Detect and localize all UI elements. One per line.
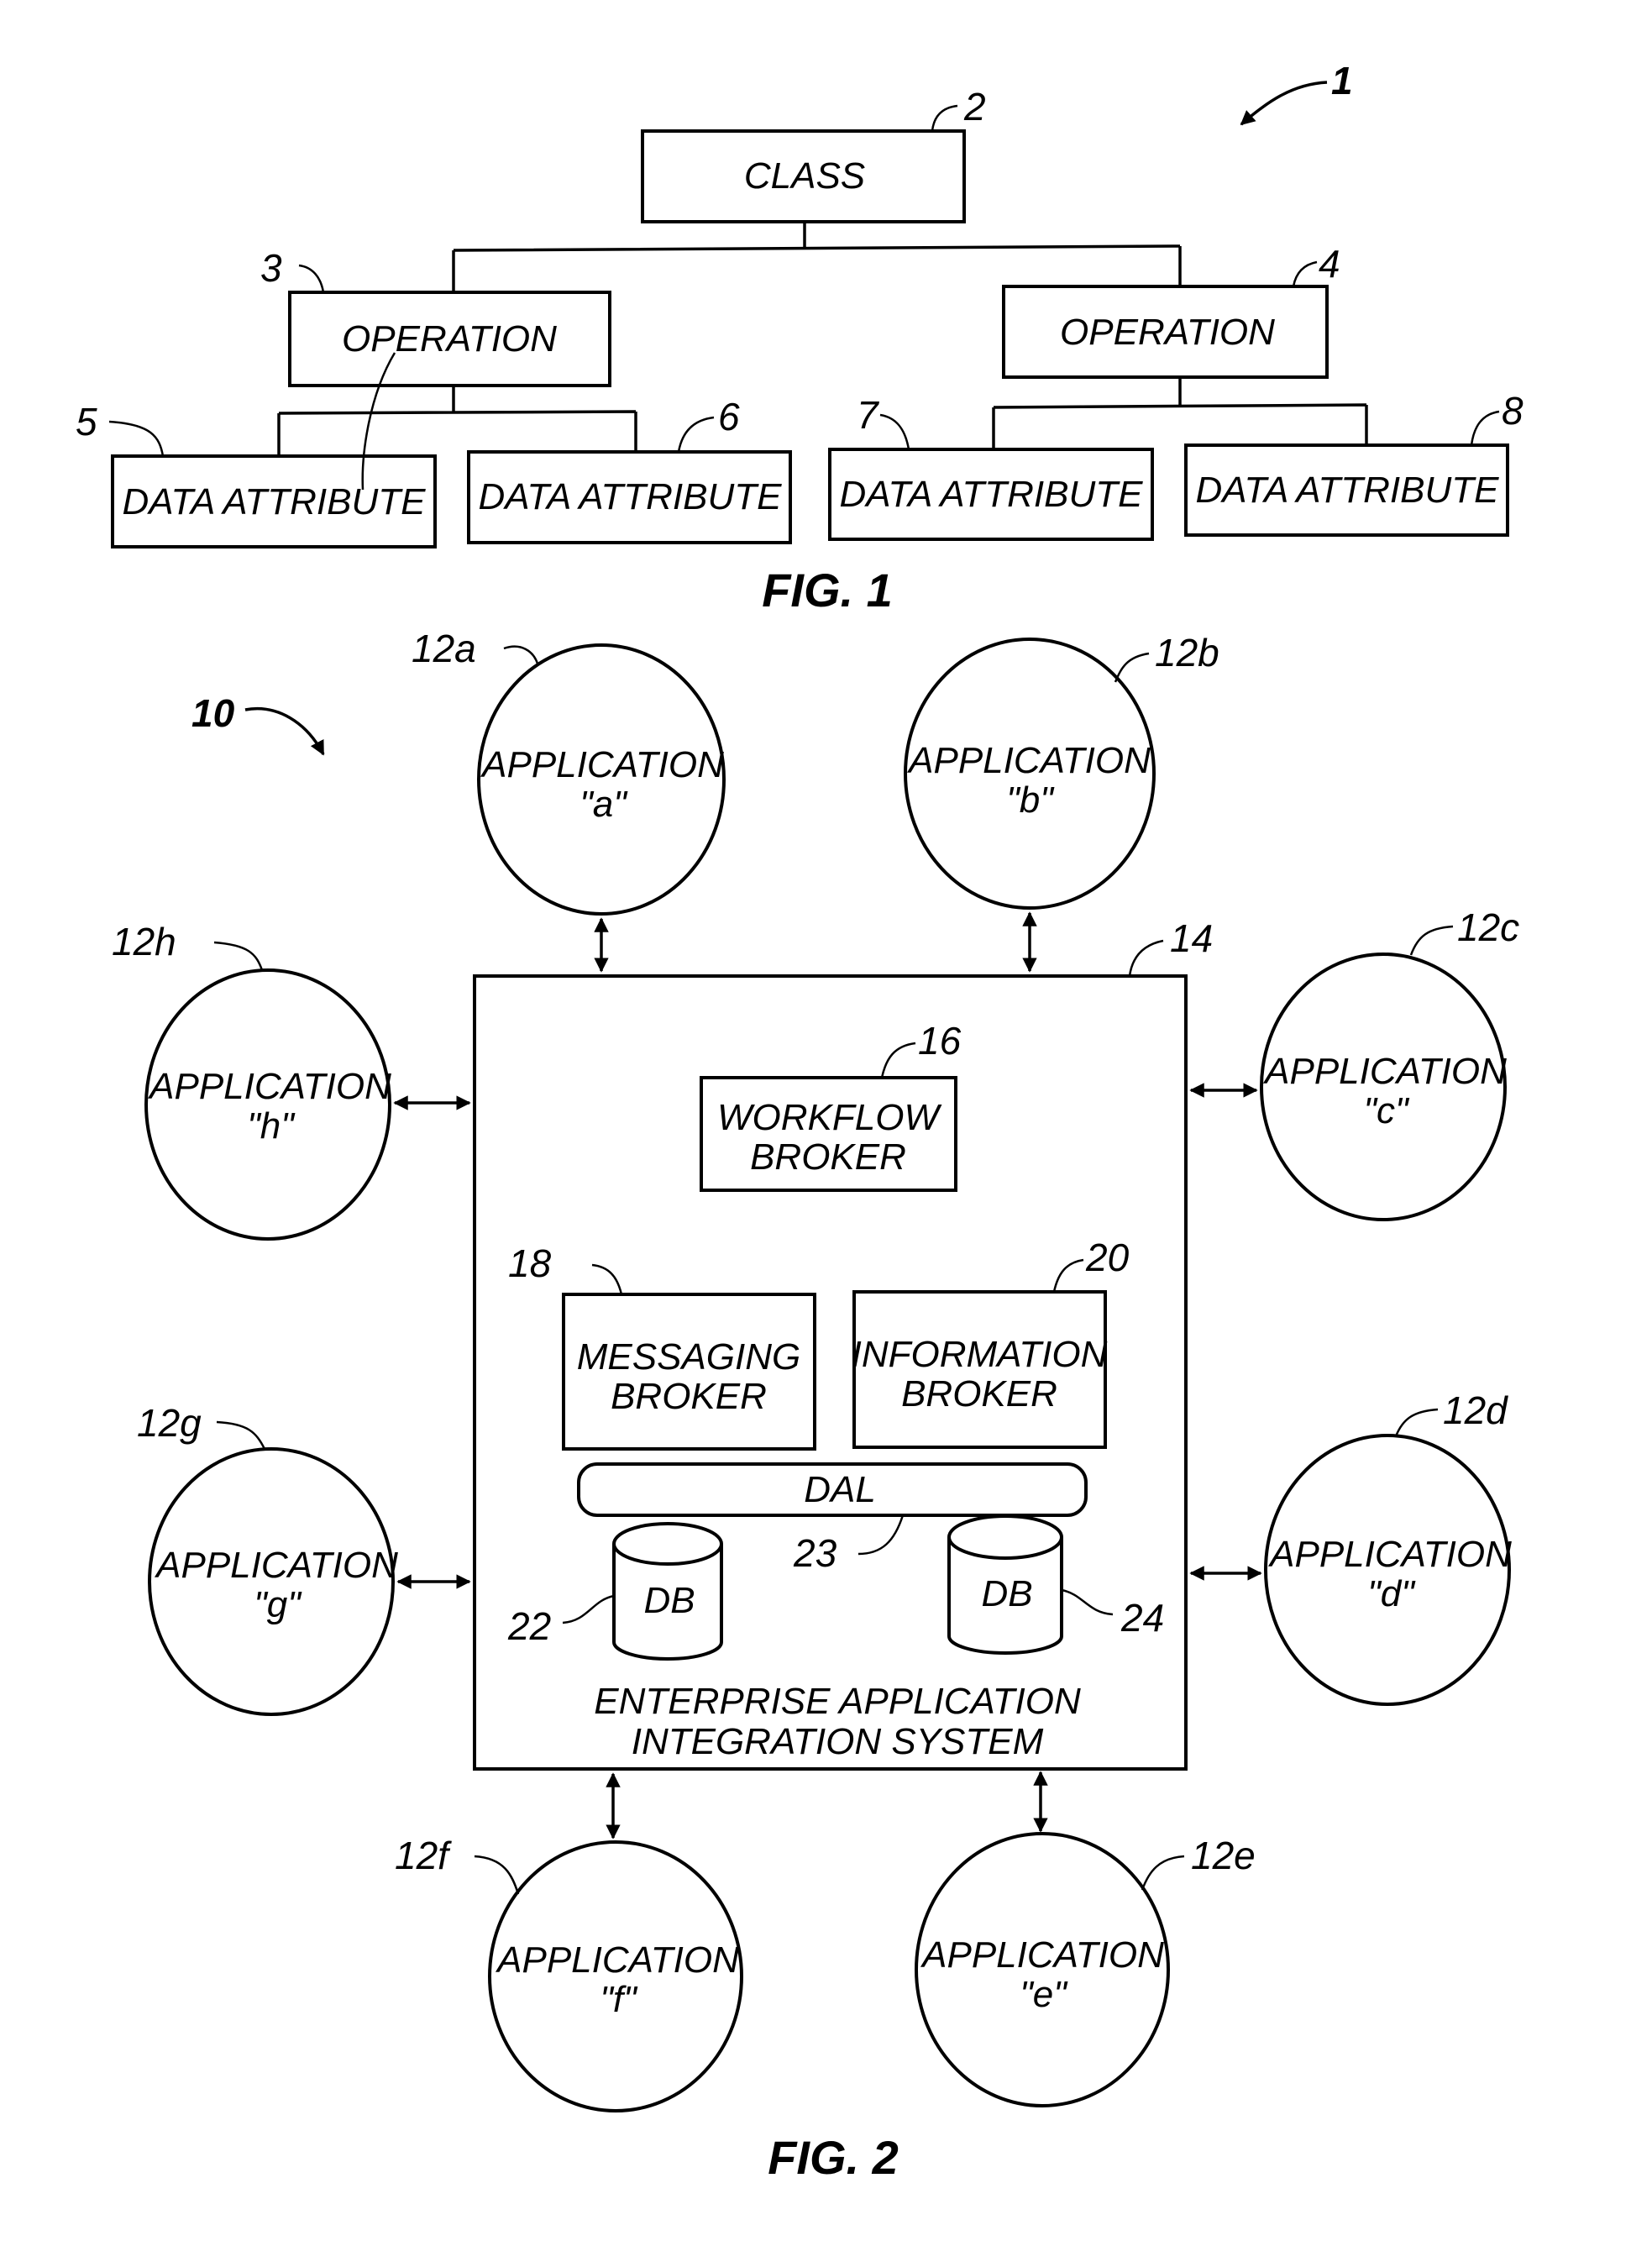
figure-2: 10 14 ENTERPRISE APPLICATION INTEGRATION…	[112, 627, 1519, 2184]
application-d: APPLICATION "d" 12d	[1189, 1388, 1512, 1706]
class-label: CLASS	[744, 155, 865, 197]
messaging-broker-ref: 18	[508, 1241, 552, 1285]
data-attribute-ref-7: 7	[857, 393, 879, 437]
operation-4-leader-line	[1292, 260, 1318, 287]
dal-ref: 23	[793, 1531, 837, 1575]
application-d-line2: "d"	[1367, 1573, 1416, 1614]
application-b-leader-line	[1114, 652, 1150, 683]
application-h-leader-line	[213, 941, 264, 971]
application-f-line1: APPLICATION	[495, 1939, 739, 1981]
application-f: APPLICATION "f" 12f	[395, 1772, 743, 2112]
application-a: APPLICATION "a" 12a	[412, 627, 726, 973]
eai-system-label-line2: INTEGRATION SYSTEM	[632, 1721, 1044, 1762]
figure-1-pointer-arrow	[1240, 81, 1328, 126]
operation4-to-attributes-connector	[992, 377, 1368, 449]
application-h-ref: 12h	[112, 920, 176, 963]
application-c-leader-line	[1409, 925, 1454, 956]
messaging-broker-line1: MESSAGING	[577, 1336, 801, 1378]
patent-drawing-sheet: 1 CLASS 2 OPERATION 3 OPERATION 4 DATA A…	[76, 59, 1524, 2184]
application-g-leader-line	[216, 1420, 266, 1450]
application-f-ref: 12f	[395, 1834, 452, 1877]
application-h-line1: APPLICATION	[147, 1066, 391, 1107]
database-24-label: DB	[981, 1573, 1032, 1614]
application-a-line1: APPLICATION	[480, 744, 724, 785]
application-e-leader-line	[1141, 1855, 1185, 1891]
application-d-ref: 12d	[1443, 1388, 1508, 1432]
application-e: APPLICATION "e" 12e	[915, 1771, 1256, 2107]
application-d-line1: APPLICATION	[1267, 1534, 1512, 1575]
attribute-8-leader-line	[1470, 410, 1500, 446]
application-c-ref: 12c	[1457, 905, 1519, 949]
class-ref: 2	[963, 85, 986, 129]
operation-label-3: OPERATION	[342, 318, 557, 360]
eai-system-leader-line	[1128, 939, 1164, 977]
application-h-line2: "h"	[247, 1105, 296, 1147]
eai-system-label-line1: ENTERPRISE APPLICATION	[594, 1681, 1081, 1722]
attribute-6-leader-line	[677, 416, 715, 453]
application-a-ref: 12a	[412, 627, 476, 670]
application-e-line1: APPLICATION	[920, 1934, 1164, 1976]
database-22-label: DB	[643, 1580, 695, 1621]
class-leader-line	[931, 104, 958, 132]
application-g-ref: 12g	[137, 1401, 202, 1445]
data-attribute-label-8: DATA ATTRIBUTE	[1196, 470, 1500, 511]
information-broker-line2: BROKER	[901, 1373, 1057, 1414]
application-g-line1: APPLICATION	[154, 1545, 398, 1586]
information-broker-ref: 20	[1085, 1236, 1130, 1279]
figure-2-caption: FIG. 2	[768, 2131, 899, 2184]
attribute-7-leader-line	[879, 413, 910, 450]
application-e-ref: 12e	[1191, 1834, 1256, 1877]
application-g-line2: "g"	[254, 1584, 302, 1625]
application-c: APPLICATION "c" 12c	[1189, 905, 1519, 1221]
data-attribute-label-5: DATA ATTRIBUTE	[123, 481, 427, 522]
operation-ref-4: 4	[1319, 242, 1340, 286]
application-a-line2: "a"	[580, 784, 628, 825]
application-f-line2: "f"	[600, 1979, 638, 2020]
data-attribute-ref-5: 5	[76, 400, 97, 443]
application-d-leader-line	[1394, 1408, 1439, 1437]
messaging-broker-line2: BROKER	[611, 1376, 767, 1417]
dal-label: DAL	[804, 1469, 876, 1510]
figure-1: 1 CLASS 2 OPERATION 3 OPERATION 4 DATA A…	[76, 59, 1524, 617]
database-22-ref: 22	[507, 1604, 551, 1648]
data-attribute-ref-8: 8	[1502, 389, 1524, 433]
operation3-to-attributes-connector	[277, 386, 637, 456]
attribute-5-leader-line	[108, 420, 165, 457]
application-c-line2: "c"	[1363, 1090, 1410, 1131]
operation-label-4: OPERATION	[1060, 312, 1275, 353]
application-h: APPLICATION "h" 12h	[112, 920, 471, 1241]
operation-ref-3: 3	[260, 246, 282, 290]
application-g: APPLICATION "g" 12g	[137, 1401, 471, 1716]
workflow-broker-ref: 16	[918, 1019, 962, 1063]
workflow-broker-line2: BROKER	[750, 1136, 906, 1178]
information-broker-line1: INFORMATION	[852, 1334, 1108, 1375]
figure-2-ref: 10	[191, 691, 235, 735]
workflow-broker-line1: WORKFLOW	[717, 1097, 941, 1138]
operation-3-leader-line	[298, 264, 325, 293]
application-b-line2: "b"	[1006, 779, 1055, 821]
data-attribute-label-6: DATA ATTRIBUTE	[479, 476, 783, 517]
application-a-leader-line	[503, 645, 539, 664]
eai-system-ref: 14	[1170, 916, 1213, 960]
application-b-ref: 12b	[1155, 631, 1219, 674]
data-attribute-ref-6: 6	[718, 395, 740, 438]
figure-1-caption: FIG. 1	[762, 564, 893, 617]
application-e-line2: "e"	[1020, 1974, 1068, 2015]
application-f-leader-line	[474, 1855, 520, 1895]
database-24-ref: 24	[1120, 1596, 1164, 1640]
application-c-line1: APPLICATION	[1262, 1051, 1507, 1092]
class-to-operations-connector	[452, 222, 1182, 292]
figure-1-ref: 1	[1331, 59, 1353, 102]
data-attribute-label-7: DATA ATTRIBUTE	[840, 474, 1144, 515]
application-b-line1: APPLICATION	[906, 740, 1151, 781]
figure-2-pointer-arrow	[244, 707, 325, 756]
